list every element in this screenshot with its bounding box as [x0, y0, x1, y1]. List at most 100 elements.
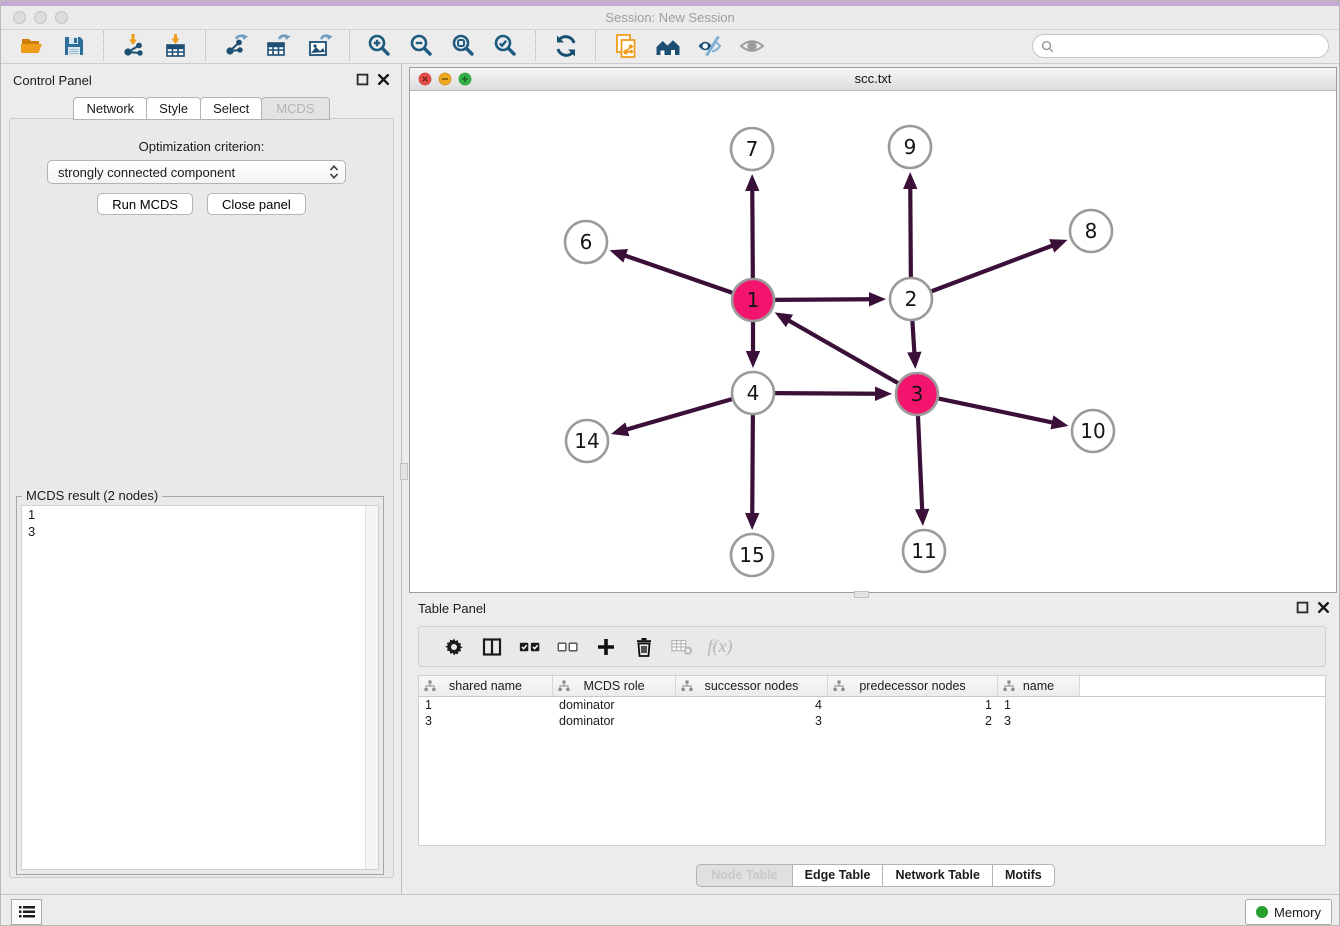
table-cell[interactable]: 3	[419, 713, 553, 729]
column-header-shared-name[interactable]: shared name	[419, 676, 553, 696]
table-panel-float-button[interactable]	[1296, 601, 1309, 614]
network-graph[interactable]: 7968124314101511	[410, 91, 1336, 592]
graph-edge-1-2[interactable]	[775, 299, 871, 300]
show-columns-button[interactable]	[475, 631, 509, 663]
control-tab-style[interactable]: Style	[146, 97, 201, 120]
columns-icon	[481, 636, 503, 658]
application-window: Session: New Session Control Panel Netwo…	[0, 0, 1340, 926]
status-list-button[interactable]	[11, 899, 42, 925]
table-panel-close-button[interactable]	[1317, 601, 1330, 614]
graph-edge-4-14[interactable]	[625, 399, 731, 430]
table-panel-title: Table Panel	[418, 601, 486, 616]
import-table-icon	[163, 33, 189, 59]
search-field[interactable]	[1032, 34, 1329, 58]
table-settings-button[interactable]	[437, 631, 471, 663]
table-cell[interactable]: 1	[419, 697, 553, 713]
graph-node-label: 3	[911, 382, 924, 406]
column-type-icon	[833, 680, 845, 692]
graph-edge-2-9[interactable]	[910, 187, 911, 277]
graph-edge-4-15[interactable]	[752, 415, 753, 515]
graph-edge-4-3[interactable]	[775, 393, 877, 394]
save-session-button[interactable]	[55, 30, 93, 62]
control-panel-float-button[interactable]	[356, 73, 369, 86]
table-tab-motifs[interactable]: Motifs	[992, 864, 1055, 887]
mcds-result-list[interactable]: 13	[21, 505, 379, 870]
column-type-icon	[558, 680, 570, 692]
graph-edge-arrow	[611, 422, 629, 436]
mcds-result-title: MCDS result (2 nodes)	[22, 488, 162, 503]
table-cell[interactable]: dominator	[553, 713, 676, 729]
delete-columns-button[interactable]	[627, 631, 661, 663]
home-button[interactable]	[649, 30, 687, 62]
network-title: scc.txt	[410, 71, 1336, 86]
table-cell[interactable]: 1	[828, 697, 998, 713]
graph-node-label: 8	[1085, 219, 1098, 243]
memory-button[interactable]: Memory	[1245, 899, 1332, 925]
table-panel: Table Panel f(x) shared nameMCDS rolesuc…	[409, 599, 1340, 894]
select-all-columns-button[interactable]	[513, 631, 547, 663]
criterion-select[interactable]: strongly connected component	[47, 160, 346, 184]
table-tab-network-table[interactable]: Network Table	[882, 864, 993, 887]
hide-selected-button[interactable]	[691, 30, 729, 62]
table-cell[interactable]: 4	[676, 697, 828, 713]
graph-edge-arrow	[1050, 415, 1068, 429]
result-scrollbar[interactable]	[365, 506, 378, 869]
graph-edge-3-11[interactable]	[918, 416, 922, 511]
graph-edge-3-1[interactable]	[788, 320, 898, 383]
graph-edge-1-7[interactable]	[752, 189, 753, 278]
network-frame-titlebar[interactable]: scc.txt	[410, 68, 1336, 91]
control-tab-select[interactable]: Select	[200, 97, 262, 120]
duplicate-network-button[interactable]	[607, 30, 645, 62]
import-network-icon	[121, 33, 147, 59]
close-panel-button[interactable]: Close panel	[207, 193, 306, 215]
column-header-predecessor-nodes[interactable]: predecessor nodes	[828, 676, 998, 696]
add-column-button[interactable]	[589, 631, 623, 663]
search-icon	[1040, 39, 1055, 54]
control-tab-network[interactable]: Network	[73, 97, 147, 120]
search-input[interactable]	[1055, 36, 1328, 56]
table-cell[interactable]: 1	[998, 697, 1080, 713]
table-cell[interactable]: 3	[998, 713, 1080, 729]
table-tab-edge-table[interactable]: Edge Table	[792, 864, 884, 887]
table-tab-node-table[interactable]: Node Table	[696, 864, 792, 887]
zoom-in-button[interactable]	[361, 30, 399, 62]
table-cell[interactable]: 2	[828, 713, 998, 729]
panel-splitter-handle[interactable]	[400, 463, 408, 480]
import-network-button[interactable]	[115, 30, 153, 62]
graph-edge-2-8[interactable]	[932, 245, 1054, 291]
column-header-name[interactable]: name	[998, 676, 1080, 696]
table-cell[interactable]: dominator	[553, 697, 676, 713]
refresh-icon	[553, 33, 579, 59]
table-row[interactable]: 1dominator411	[419, 697, 1325, 713]
graph-node-label: 2	[905, 287, 918, 311]
plus-icon	[595, 636, 617, 658]
control-tab-mcds[interactable]: MCDS	[261, 97, 329, 120]
import-table-button[interactable]	[157, 30, 195, 62]
graph-edge-3-10[interactable]	[939, 399, 1054, 423]
table-row[interactable]: 3dominator323	[419, 713, 1325, 729]
apply-layout-button[interactable]	[547, 30, 585, 62]
export-table-button[interactable]	[259, 30, 297, 62]
toolbar-separator	[535, 31, 537, 61]
graph-edge-arrow	[907, 352, 921, 369]
graph-node-label: 6	[580, 230, 593, 254]
table-splitter-handle[interactable]	[854, 591, 869, 598]
check-pair-icon	[519, 636, 541, 658]
zoom-in-icon	[367, 33, 393, 59]
control-panel-tabs: NetworkStyleSelectMCDS	[1, 97, 401, 119]
zoom-selected-button[interactable]	[487, 30, 525, 62]
column-header-successor-nodes[interactable]: successor nodes	[676, 676, 828, 696]
table-cell[interactable]: 3	[676, 713, 828, 729]
control-panel-close-button[interactable]	[377, 73, 390, 86]
export-image-button[interactable]	[301, 30, 339, 62]
zoom-fit-button[interactable]	[445, 30, 483, 62]
function-icon: f(x)	[708, 636, 733, 657]
run-mcds-button[interactable]: Run MCDS	[97, 193, 193, 215]
zoom-out-button[interactable]	[403, 30, 441, 62]
export-network-button[interactable]	[217, 30, 255, 62]
unselect-all-columns-button[interactable]	[551, 631, 585, 663]
graph-edge-1-6[interactable]	[624, 255, 732, 293]
column-header-MCDS-role[interactable]: MCDS role	[553, 676, 676, 696]
graph-edge-2-3[interactable]	[912, 321, 914, 354]
open-session-button[interactable]	[13, 30, 51, 62]
